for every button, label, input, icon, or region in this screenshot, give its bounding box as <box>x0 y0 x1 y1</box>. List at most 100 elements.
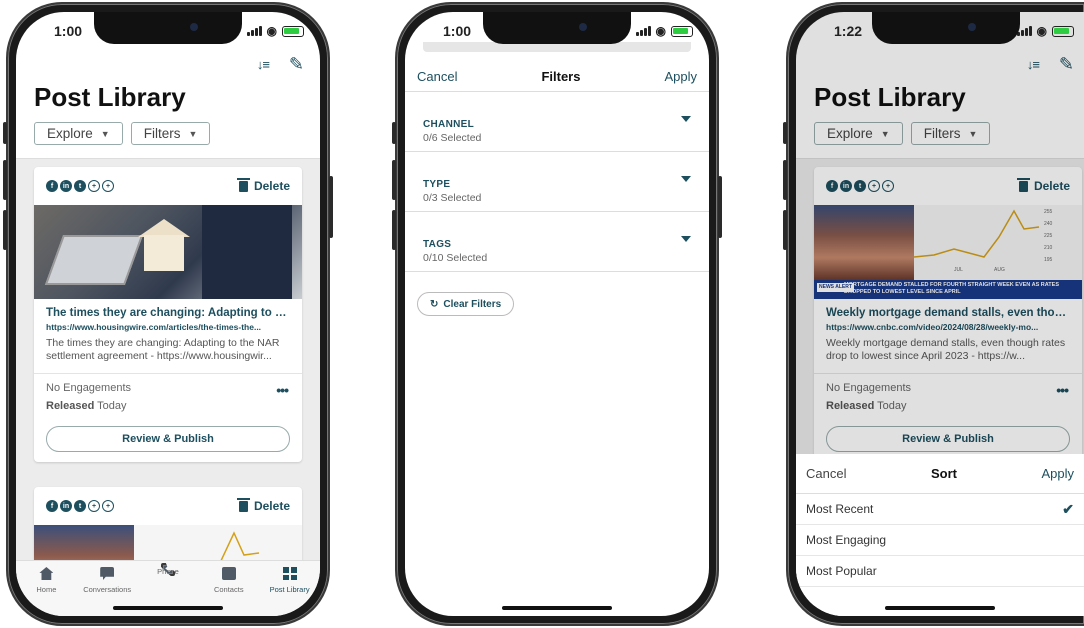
home-indicator[interactable] <box>885 606 995 610</box>
post-card: f in t + + Delete <box>34 487 302 560</box>
screen: 1:00 ◉ Cancel Filters Apply CHANNEL 0/6 … <box>405 12 709 616</box>
review-publish-button[interactable]: Review & Publish <box>46 426 290 452</box>
released-text: Released Today <box>46 400 290 412</box>
section-count: 0/10 Selected <box>423 252 488 264</box>
sort-option-label: Most Engaging <box>806 533 887 547</box>
delete-label: Delete <box>253 179 290 193</box>
checkmark-icon: ✔ <box>1062 500 1074 517</box>
trash-icon <box>236 497 250 512</box>
post-image[interactable] <box>34 205 302 299</box>
trash-icon <box>236 177 250 192</box>
globe-icon: + <box>102 500 114 512</box>
sort-option-most-recent[interactable]: Most Recent ✔ <box>796 494 1084 525</box>
battery-icon <box>671 25 693 37</box>
home-indicator[interactable] <box>502 606 612 610</box>
post-card: f in t + + Delete The times they are cha… <box>34 167 302 462</box>
home-indicator[interactable] <box>113 606 223 610</box>
sort-option-label: Most Recent <box>806 502 874 516</box>
phone-post-library: 1:00 ◉ ↓≡ ✎ Post Library Explore ▼ Filter… <box>3 2 333 626</box>
tab-home[interactable]: Home <box>21 567 71 616</box>
sort-icon[interactable]: ↓≡ <box>257 57 270 72</box>
delete-button[interactable]: Delete <box>236 497 290 513</box>
wifi-icon: ◉ <box>655 24 666 38</box>
more-options-icon[interactable]: ••• <box>276 382 289 398</box>
engagements-text: No Engagements <box>46 382 131 394</box>
section-label: CHANNEL <box>423 119 474 130</box>
released-value: Today <box>97 400 127 412</box>
tab-label: Post Library <box>269 585 310 594</box>
notch <box>483 12 631 44</box>
notch <box>94 12 242 44</box>
signal-icon <box>246 26 262 36</box>
globe-icon: + <box>102 180 114 192</box>
filters-dropdown[interactable]: Filters ▼ <box>130 122 211 145</box>
tab-label: Contacts <box>213 585 244 594</box>
twitter-icon: t <box>74 180 86 192</box>
caret-down-icon <box>681 236 691 242</box>
phone-sort: 1:22 ◉ ↓≡ ✎ Post Library Explore ▼ Filter… <box>783 2 1084 626</box>
chat-icon <box>100 567 115 580</box>
linkedin-icon: in <box>60 180 72 192</box>
battery-icon <box>1052 25 1074 37</box>
filters-label: Filters <box>143 126 181 141</box>
facebook-icon: f <box>46 180 58 192</box>
cancel-button[interactable]: Cancel <box>806 466 846 481</box>
sort-option-most-engaging[interactable]: Most Engaging <box>796 525 1084 556</box>
chevron-down-icon: ▼ <box>100 128 110 139</box>
filter-section-tags[interactable]: TAGS 0/10 Selected <box>405 212 709 272</box>
filters-title: Filters <box>541 69 581 84</box>
status-time: 1:22 <box>834 23 863 39</box>
tab-post-library[interactable]: Post Library <box>265 567 315 616</box>
sort-option-most-popular[interactable]: Most Popular <box>796 556 1084 587</box>
globe-icon: + <box>88 180 100 192</box>
cancel-button[interactable]: Cancel <box>417 69 457 84</box>
facebook-icon: f <box>46 500 58 512</box>
released-label: Released <box>46 400 95 412</box>
apply-button[interactable]: Apply <box>664 69 697 84</box>
sort-title: Sort <box>930 466 957 481</box>
status-time: 1:00 <box>443 23 472 39</box>
filter-section-channel[interactable]: CHANNEL 0/6 Selected <box>405 92 709 152</box>
section-label: TYPE <box>423 179 451 190</box>
post-url[interactable]: https://www.housingwire.com/articles/the… <box>46 322 290 332</box>
explore-dropdown[interactable]: Explore ▼ <box>34 122 123 145</box>
section-count: 0/6 Selected <box>423 132 482 144</box>
caret-down-icon <box>681 116 691 122</box>
home-icon <box>39 567 54 580</box>
page-title: Post Library <box>34 82 186 112</box>
clear-filters-button[interactable]: ↻ Clear Filters <box>417 292 515 316</box>
status-time: 1:00 <box>54 23 83 39</box>
compose-pencil-icon[interactable]: ✎ <box>289 54 304 75</box>
sort-nav-bar: Cancel Sort Apply <box>796 454 1084 494</box>
battery-icon <box>282 25 304 37</box>
globe-icon: + <box>88 500 100 512</box>
wifi-icon: ◉ <box>266 24 277 38</box>
section-label: TAGS <box>423 239 452 250</box>
social-channels: f in t + + <box>46 500 114 512</box>
sort-option-label: Most Popular <box>806 564 877 578</box>
section-count: 0/3 Selected <box>423 192 482 204</box>
tab-label: Conversations <box>83 585 132 594</box>
post-title[interactable]: The times they are changing: Adapting to… <box>46 307 290 319</box>
filter-section-type[interactable]: TYPE 0/3 Selected <box>405 152 709 212</box>
twitter-icon: t <box>74 500 86 512</box>
apply-button[interactable]: Apply <box>1041 466 1074 481</box>
post-description: The times they are changing: Adapting to… <box>46 337 280 362</box>
grid-icon <box>282 567 297 580</box>
linkedin-icon: in <box>60 500 72 512</box>
chevron-down-icon: ▼ <box>188 128 198 139</box>
delete-label: Delete <box>253 499 290 513</box>
post-image[interactable] <box>34 525 302 560</box>
signal-icon <box>635 26 651 36</box>
filters-nav-bar: Cancel Filters Apply <box>405 62 709 92</box>
screen: 1:22 ◉ ↓≡ ✎ Post Library Explore ▼ Filter… <box>796 12 1084 616</box>
refresh-icon: ↻ <box>430 298 439 310</box>
social-channels: f in t + + <box>46 180 114 192</box>
phone-filters: 1:00 ◉ Cancel Filters Apply CHANNEL 0/6 … <box>392 2 722 626</box>
delete-button[interactable]: Delete <box>236 177 290 193</box>
caret-down-icon <box>681 176 691 182</box>
post-feed[interactable]: f in t + + Delete The times they are cha… <box>16 158 320 560</box>
explore-label: Explore <box>47 126 93 141</box>
wifi-icon: ◉ <box>1036 24 1047 38</box>
notch <box>872 12 1020 44</box>
